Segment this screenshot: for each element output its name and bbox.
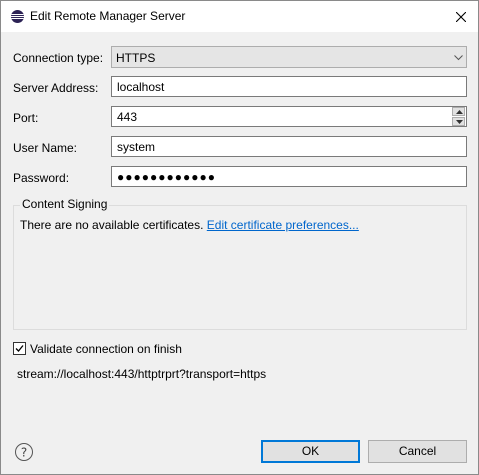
content-signing-message: There are no available certificates. [20,218,204,232]
server-address-label: Server Address: [13,81,99,95]
svg-text:?: ? [21,446,27,460]
password-input[interactable]: ●●●●●●●●●●●● [111,166,467,187]
chevron-down-icon [454,55,463,61]
help-button[interactable]: ? [14,442,34,462]
server-address-input[interactable]: localhost [111,76,467,97]
connection-type-value: HTTPS [116,51,156,65]
window-title: Edit Remote Manager Server [30,9,186,23]
cancel-button[interactable]: Cancel [368,440,467,463]
port-increment-button[interactable] [452,107,465,116]
server-address-value: localhost [117,80,165,94]
help-icon: ? [15,443,33,461]
close-button[interactable] [447,5,475,29]
content-signing-title: Content Signing [20,197,110,211]
connection-type-select[interactable]: HTTPS [111,46,467,68]
port-value: 443 [117,110,138,124]
ok-button[interactable]: OK [261,440,360,463]
connection-url: stream://localhost:443/httptrprt?transpo… [17,367,267,381]
user-name-label: User Name: [13,141,78,155]
connection-type-label: Connection type: [13,51,104,65]
eclipse-icon [11,10,24,23]
close-icon [456,12,466,22]
password-label: Password: [13,171,70,185]
user-name-input[interactable]: system [111,136,467,157]
port-spinner[interactable]: 443 [111,106,467,127]
edit-certificate-preferences-link[interactable]: Edit certificate preferences... [207,218,359,232]
validate-connection-checkbox[interactable] [13,342,26,355]
content-signing-message-row: There are no available certificates. Edi… [20,218,359,232]
port-label: Port: [13,111,39,125]
port-decrement-button[interactable] [452,117,465,126]
title-bar: Edit Remote Manager Server [1,1,478,32]
password-value: ●●●●●●●●●●●● [117,170,216,184]
dialog-window: Edit Remote Manager Server Connection ty… [0,0,479,475]
user-name-value: system [117,140,156,154]
validate-connection-label[interactable]: Validate connection on finish [30,342,182,356]
content-signing-group: Content Signing There are no available c… [13,197,467,330]
checkmark-icon [15,345,24,352]
chevron-down-icon [456,120,463,124]
chevron-up-icon [456,110,463,114]
